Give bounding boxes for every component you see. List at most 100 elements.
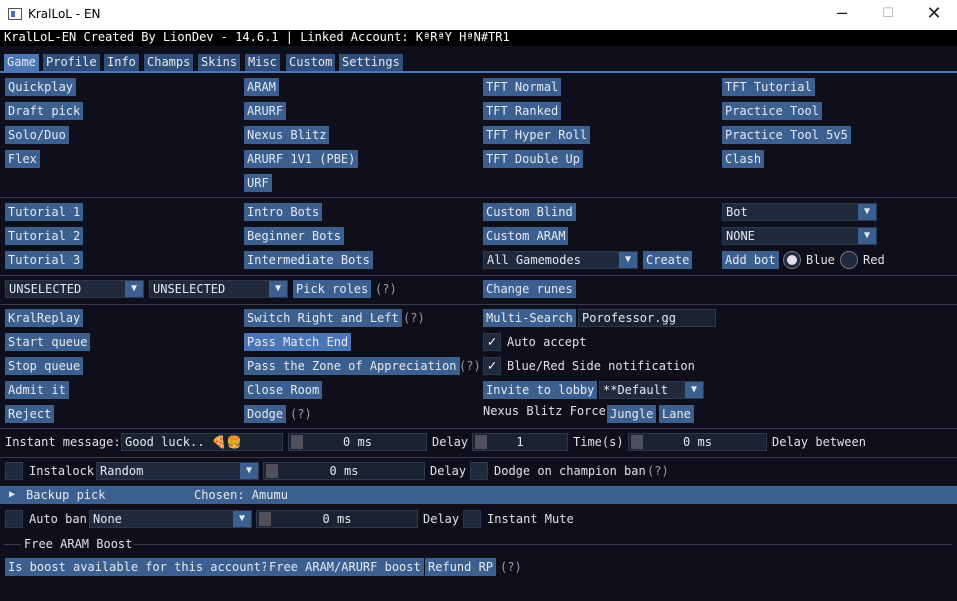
instalock-checkbox[interactable] [5,462,23,480]
pass-zone-hint[interactable]: (?) [459,359,481,373]
practice-tool-5v5-button[interactable]: Practice Tool 5v5 [722,126,851,144]
jungle-button[interactable]: Jungle [607,405,657,423]
free-aram-heading: Free ARAM Boost [24,537,133,551]
urf-button[interactable]: URF [244,174,272,192]
auto-ban-label: Auto ban [29,512,87,526]
slider-handle[interactable] [259,512,271,526]
tft-ranked-button[interactable]: TFT Ranked [483,102,562,120]
blue-team-radio[interactable] [783,251,801,269]
message-delay-slider[interactable]: 0 ms [288,433,427,451]
tab-champs[interactable]: Champs [144,54,194,71]
reject-button[interactable]: Reject [5,405,55,423]
quickplay-button[interactable]: Quickplay [5,78,77,96]
custom-blind-button[interactable]: Custom Blind [483,203,576,221]
switch-right-left-button[interactable]: Switch Right and Left [244,309,402,327]
instalock-delay-slider[interactable]: 0 ms [263,462,425,480]
clash-button[interactable]: Clash [722,150,765,168]
dodge-ban-checkbox[interactable] [470,462,488,480]
add-bot-button[interactable]: Add bot [722,251,779,269]
lane-button[interactable]: Lane [659,405,694,423]
draft-pick-button[interactable]: Draft pick [5,102,84,120]
tab-info[interactable]: Info [104,54,139,71]
check-boost-button[interactable]: Is boost available for this account? [5,558,272,576]
tft-tutorial-button[interactable]: TFT Tutorial [722,78,815,96]
flex-button[interactable]: Flex [5,150,40,168]
dodge-button[interactable]: Dodge [244,405,287,423]
auto-ban-checkbox[interactable] [5,510,23,528]
refund-hint[interactable]: (?) [500,560,522,574]
kralreplay-button[interactable]: KralReplay [5,309,84,327]
instant-mute-checkbox[interactable] [463,510,481,528]
tab-skins[interactable]: Skins [198,54,241,71]
intro-bots-button[interactable]: Intro Bots [244,203,323,221]
instant-message-input[interactable]: Good luck.. 🍕🍔 [121,433,283,451]
instalock-champion-select[interactable]: Random ▼ [96,462,259,480]
dodge-hint[interactable]: (?) [290,407,312,421]
practice-tool-button[interactable]: Practice Tool [722,102,822,120]
auto-ban-delay-slider[interactable]: 0 ms [256,510,418,528]
create-button[interactable]: Create [643,251,693,269]
slider-handle[interactable] [266,464,278,478]
gamemode-select[interactable]: All Gamemodes ▼ [483,251,638,269]
tab-profile[interactable]: Profile [43,54,100,71]
auto-ban-champion-select[interactable]: None ▼ [89,510,252,528]
tutorial-3-button[interactable]: Tutorial 3 [5,251,84,269]
pass-match-end-button[interactable]: Pass Match End [244,333,352,351]
bot-difficulty-select[interactable]: NONE ▼ [722,227,877,245]
aram-button[interactable]: ARAM [244,78,279,96]
admit-it-button[interactable]: Admit it [5,381,69,399]
chevron-down-icon: ▼ [269,281,287,297]
side-notification-checkbox[interactable]: ✓ [483,357,501,375]
auto-accept-checkbox[interactable]: ✓ [483,333,501,351]
change-runes-button[interactable]: Change runes [483,280,576,298]
free-boost-button[interactable]: Free ARAM/ARURF boost [266,558,424,576]
auto-accept-label: Auto accept [507,335,587,349]
slider-handle[interactable] [631,435,643,449]
instalock-delay-value: 0 ms [329,464,359,478]
tab-game[interactable]: Game [4,54,39,71]
multi-search-input[interactable]: Porofessor.gg [578,309,716,327]
close-room-button[interactable]: Close Room [244,381,323,399]
delay-between-label: Delay between [772,435,866,449]
tab-custom[interactable]: Custom [286,54,336,71]
close-button[interactable]: ✕ [911,0,957,30]
dodge-ban-hint[interactable]: (?) [647,464,669,478]
side-notification-label: Blue/Red Side notification [507,359,695,373]
tft-normal-button[interactable]: TFT Normal [483,78,562,96]
invite-list-select[interactable]: **Default ▼ [599,381,704,399]
message-between-slider[interactable]: 0 ms [628,433,767,451]
start-queue-button[interactable]: Start queue [5,333,91,351]
pass-zone-button[interactable]: Pass the Zone of Appreciation [244,357,460,375]
tutorial-1-button[interactable]: Tutorial 1 [5,203,84,221]
refund-rp-button[interactable]: Refund RP [425,558,497,576]
slider-handle[interactable] [475,435,487,449]
maximize-button[interactable]: ☐ [865,0,911,30]
nexus-blitz-button[interactable]: Nexus Blitz [244,126,330,144]
bot-champion-select[interactable]: Bot ▼ [722,203,877,221]
pick-roles-hint[interactable]: (?) [375,282,397,296]
stop-queue-button[interactable]: Stop queue [5,357,84,375]
primary-role-select[interactable]: UNSELECTED ▼ [5,280,144,298]
tab-settings[interactable]: Settings [339,54,403,71]
pick-roles-button[interactable]: Pick roles [293,280,372,298]
custom-aram-button[interactable]: Custom ARAM [483,227,569,245]
backup-pick-header[interactable]: ▶ Backup pick Chosen: Amumu [0,486,957,504]
arurf-1v1-button[interactable]: ARURF 1V1 (PBE) [244,150,359,168]
tft-double-up-button[interactable]: TFT Double Up [483,150,583,168]
invite-lobby-button[interactable]: Invite to lobby [483,381,598,399]
beginner-bots-button[interactable]: Beginner Bots [244,227,344,245]
tab-misc[interactable]: Misc [245,54,280,71]
intermediate-bots-button[interactable]: Intermediate Bots [244,251,373,269]
solo-duo-button[interactable]: Solo/Duo [5,126,69,144]
minimize-button[interactable]: ─ [819,0,865,30]
red-team-radio[interactable] [840,251,858,269]
tutorial-2-button[interactable]: Tutorial 2 [5,227,84,245]
tft-hyper-roll-button[interactable]: TFT Hyper Roll [483,126,591,144]
slider-handle[interactable] [291,435,303,449]
delay-label: Delay [432,435,469,449]
message-times-slider[interactable]: 1 [472,433,568,451]
multi-search-button[interactable]: Multi-Search [483,309,576,327]
secondary-role-select[interactable]: UNSELECTED ▼ [149,280,288,298]
switch-hint[interactable]: (?) [403,311,425,325]
arurf-button[interactable]: ARURF [244,102,287,120]
